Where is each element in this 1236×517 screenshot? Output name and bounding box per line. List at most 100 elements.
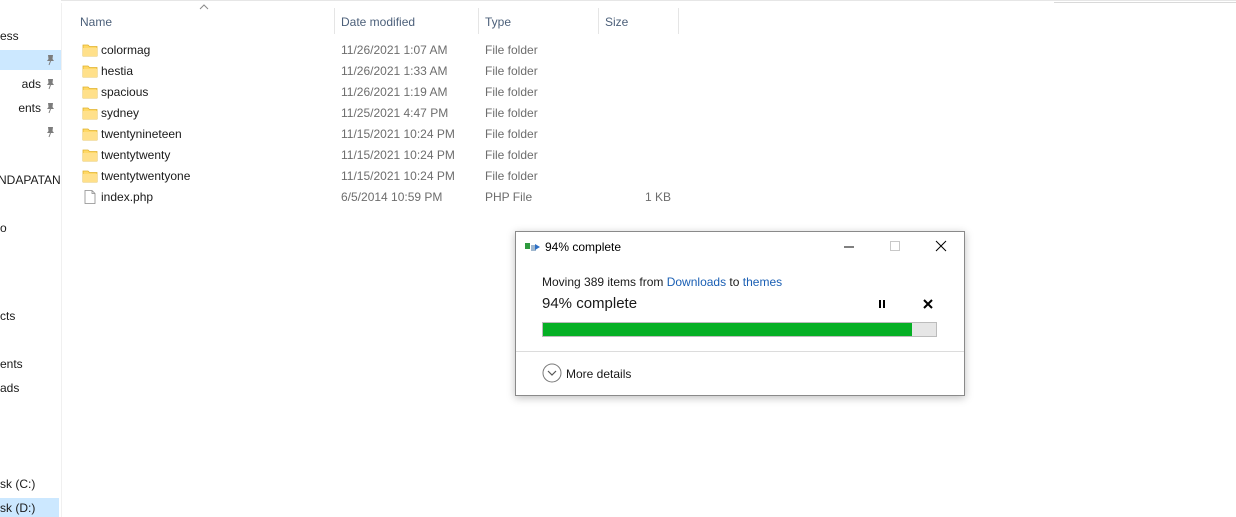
maximize-button[interactable] — [872, 232, 918, 262]
nav-item-label: sk (D:) — [0, 501, 36, 515]
nav-item-label: ents — [0, 357, 23, 371]
progress-bar — [542, 322, 937, 337]
file-type: File folder — [485, 148, 538, 162]
file-type: File folder — [485, 85, 538, 99]
file-name: index.php — [101, 190, 154, 204]
column-divider[interactable] — [478, 8, 479, 34]
file-name: twentynineteen — [101, 127, 182, 141]
column-header-date-modified[interactable]: Date modified — [341, 10, 475, 34]
dialog-divider — [516, 351, 964, 352]
progress-status: 94% complete — [542, 295, 638, 312]
file-row[interactable]: colormag 11/26/2021 1:07 AM File folder — [78, 40, 678, 61]
nav-item[interactable]: ads — [0, 74, 61, 94]
file-type: File folder — [485, 43, 538, 57]
folder-icon — [82, 170, 98, 183]
file-date-modified: 11/26/2021 1:07 AM — [341, 43, 448, 57]
folder-icon — [82, 65, 98, 78]
nav-item[interactable] — [0, 50, 61, 70]
file-type: File folder — [485, 127, 538, 141]
file-date-modified: 11/25/2021 4:47 PM — [341, 106, 449, 120]
file-row[interactable]: sydney 11/25/2021 4:47 PM File folder — [78, 103, 678, 124]
close-icon — [935, 240, 947, 252]
file-name: sydney — [101, 106, 140, 120]
moving-prefix: Moving 389 items from — [542, 275, 667, 289]
folder-icon — [82, 149, 98, 162]
pin-icon[interactable] — [44, 122, 58, 142]
minimize-icon — [844, 246, 854, 248]
nav-item-label: NDAPATAN — [0, 173, 61, 187]
column-divider[interactable] — [678, 8, 679, 34]
column-divider[interactable] — [334, 8, 335, 34]
folder-icon — [82, 44, 98, 57]
file-type: PHP File — [485, 190, 533, 204]
file-name: hestia — [101, 64, 134, 78]
file-row[interactable]: twentynineteen 11/15/2021 10:24 PM File fo… — [78, 124, 678, 145]
file-name: spacious — [101, 85, 149, 99]
cancel-icon[interactable] — [920, 296, 936, 312]
pin-icon[interactable] — [44, 98, 58, 118]
file-row[interactable]: twentytwenty 11/15/2021 10:24 PM File fold… — [78, 145, 678, 166]
move-progress-dialog: 94% complete Moving 389 items from Downl… — [515, 231, 965, 396]
file-row[interactable]: index.php 6/5/2014 10:59 PM PHP File 1 KB — [78, 187, 678, 208]
nav-item-label: o — [0, 221, 7, 235]
search-box-edge[interactable] — [1054, 0, 1236, 3]
column-header-size[interactable]: Size — [605, 10, 675, 34]
nav-item[interactable] — [0, 122, 61, 142]
file-name: twentytwentyone — [101, 169, 191, 183]
nav-item[interactable]: cts — [0, 306, 61, 326]
pin-icon[interactable] — [44, 74, 58, 94]
nav-item-label: cts — [0, 309, 16, 323]
folder-icon — [82, 86, 98, 99]
column-divider[interactable] — [598, 8, 599, 34]
folder-icon — [82, 107, 98, 120]
navigation-pane: ess ads ents NDAPATAN o cts ents ads sk (C:) sk (… — [0, 0, 62, 517]
nav-item[interactable]: o — [0, 218, 61, 238]
folder-icon — [82, 128, 98, 141]
dialog-title: 94% complete — [545, 240, 622, 254]
moving-to: to — [726, 275, 743, 289]
minimize-button[interactable] — [826, 232, 872, 262]
file-name: twentytwenty — [101, 148, 171, 162]
nav-item[interactable]: ess — [0, 26, 61, 46]
file-type: File folder — [485, 64, 538, 78]
nav-item-label: sk (C:) — [0, 477, 36, 491]
dialog-titlebar[interactable]: 94% complete — [516, 232, 964, 262]
progress-fill — [543, 323, 913, 336]
file-icon — [84, 190, 96, 204]
close-button[interactable] — [918, 232, 964, 262]
nav-item[interactable]: ents — [0, 98, 61, 118]
file-size: 1 KB — [644, 190, 671, 204]
nav-item-label: ents — [18, 101, 41, 115]
maximize-icon — [890, 241, 900, 251]
file-date-modified: 11/26/2021 1:19 AM — [341, 85, 448, 99]
pin-icon[interactable] — [44, 50, 58, 70]
file-type: File folder — [485, 106, 538, 120]
nav-item[interactable]: NDAPATAN — [0, 170, 61, 190]
file-row[interactable]: twentytwentyone 11/15/2021 10:24 PM File f… — [78, 166, 678, 187]
file-row[interactable]: hestia 11/26/2021 1:33 AM File folder — [78, 61, 678, 82]
file-type: File folder — [485, 169, 538, 183]
file-row[interactable]: spacious 11/26/2021 1:19 AM File folder — [78, 82, 678, 103]
file-name: colormag — [101, 43, 151, 57]
nav-item[interactable]: sk (C:) — [0, 474, 61, 494]
column-header-name[interactable]: Name — [80, 10, 330, 34]
file-date-modified: 11/15/2021 10:24 PM — [341, 169, 455, 183]
nav-item[interactable]: ents — [0, 354, 61, 374]
nav-item-label: ads — [21, 77, 41, 91]
nav-item-label: ess — [0, 29, 19, 43]
nav-item[interactable]: sk (D:) — [0, 498, 59, 517]
file-date-modified: 11/15/2021 10:24 PM — [341, 127, 455, 141]
nav-item[interactable]: ads — [0, 378, 61, 398]
nav-item-label: ads — [0, 381, 20, 395]
more-details-label: More details — [566, 367, 632, 381]
file-date-modified: 11/26/2021 1:33 AM — [341, 64, 448, 78]
file-transfer-icon — [525, 243, 540, 251]
source-link[interactable]: Downloads — [667, 275, 726, 289]
chevron-down-icon — [542, 363, 562, 383]
destination-link[interactable]: themes — [743, 275, 782, 289]
file-date-modified: 6/5/2014 10:59 PM — [341, 190, 443, 204]
column-header-type[interactable]: Type — [485, 10, 595, 34]
moving-summary: Moving 389 items from Downloads to theme… — [542, 275, 782, 289]
pause-icon[interactable] — [874, 296, 890, 312]
file-date-modified: 11/15/2021 10:24 PM — [341, 148, 455, 162]
